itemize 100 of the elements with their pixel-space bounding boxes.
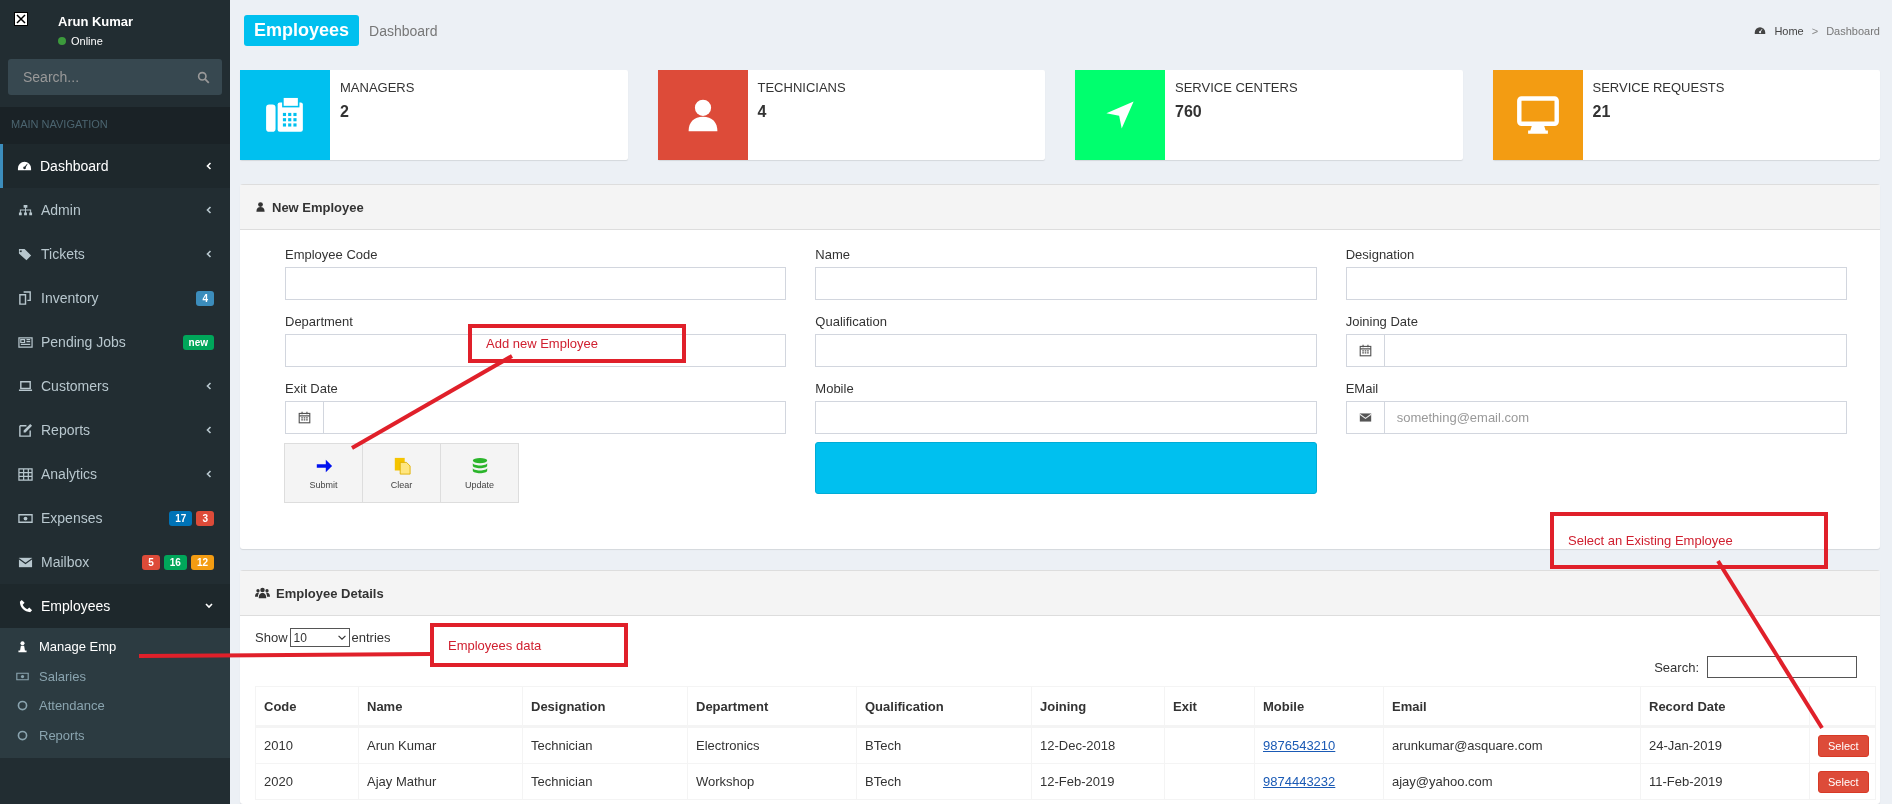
sidebar-search-field[interactable]: Search...: [21, 68, 197, 86]
input-field[interactable]: [285, 334, 787, 367]
nav-item[interactable]: Pending Jobs new: [0, 320, 230, 364]
table-search-field[interactable]: [1707, 656, 1857, 678]
phone-link[interactable]: 9876543210: [1263, 738, 1336, 753]
page-size-select[interactable]: 10: [289, 628, 350, 647]
column-header[interactable]: Joining: [1031, 686, 1165, 727]
submenu-item[interactable]: Manage Emp: [0, 632, 230, 662]
field-label: Designation: [1345, 247, 1416, 262]
submenu-item[interactable]: Salaries: [0, 661, 230, 691]
circle-icon: [16, 699, 29, 713]
toolbar-button[interactable]: Clear: [362, 443, 441, 503]
column-header[interactable]: Code: [255, 686, 359, 727]
nav-item[interactable]: Admin: [0, 188, 230, 232]
field-label: Employee Code: [285, 247, 379, 262]
count-badge: 5: [142, 554, 160, 570]
phone-icon: [18, 598, 33, 614]
column-header[interactable]: Designation: [522, 686, 688, 727]
annotation-callout: Employees data: [430, 623, 628, 667]
field-label: Name: [815, 247, 851, 262]
stat-label: TECHNICIANS: [757, 80, 846, 95]
table-cell: arunkumar@asquare.com: [1383, 726, 1641, 764]
nav-item[interactable]: Expenses 17 3: [0, 496, 230, 540]
table-cell: BTech: [856, 763, 1032, 800]
laptop-icon: [18, 378, 33, 394]
submenu-item[interactable]: Reports: [0, 720, 230, 750]
column-header[interactable]: Email: [1383, 686, 1641, 727]
stat-label: SERVICE CENTERS: [1175, 80, 1298, 95]
count-badge: 12: [190, 554, 214, 570]
column-header[interactable]: Mobile: [1254, 686, 1384, 727]
stat-label: MANAGERS: [340, 80, 415, 95]
chevron-left-icon: [204, 425, 214, 435]
column-header[interactable]: Exit: [1164, 686, 1255, 727]
search-icon[interactable]: [197, 70, 210, 84]
panel-title: New Employee: [272, 199, 364, 215]
column-header[interactable]: Qualification: [856, 686, 1032, 727]
select-button[interactable]: Select: [1818, 770, 1869, 793]
chevron-left-icon: [204, 205, 214, 215]
entries-label: entries: [351, 630, 391, 645]
nav-item[interactable]: Tickets: [0, 232, 230, 276]
tags-icon: [18, 246, 33, 262]
select-button[interactable]: Select: [1818, 734, 1869, 757]
dashboard-icon: [1754, 24, 1767, 37]
toolbar-button[interactable]: Submit: [284, 443, 363, 503]
column-header[interactable]: Department: [687, 686, 857, 727]
table-cell: 12-Feb-2019: [1031, 763, 1165, 800]
field-label: Joining Date: [1345, 314, 1419, 329]
table-cell: Workshop: [687, 763, 857, 800]
submenu-item[interactable]: Attendance: [0, 691, 230, 721]
users-icon: [255, 587, 270, 599]
count-badge: new: [182, 334, 214, 350]
input-field[interactable]: [285, 267, 787, 300]
nav-item[interactable]: Mailbox 5 16 12: [0, 540, 230, 584]
input-field[interactable]: [815, 334, 1317, 367]
input-field[interactable]: [815, 401, 1317, 434]
search-label: Search:: [1654, 659, 1699, 675]
online-status: Online: [58, 35, 134, 47]
chevron-down-icon: [337, 635, 346, 640]
column-header[interactable]: Name: [358, 686, 523, 727]
panel-title: Employee Details: [276, 585, 384, 601]
table-cell: ajay@yahoo.com: [1383, 763, 1641, 800]
copy-icon: [18, 290, 33, 306]
table-cell: Technician: [522, 726, 688, 764]
field-label: Mobile: [815, 381, 855, 396]
column-header[interactable]: Record Date: [1640, 686, 1810, 727]
stat-value: 760: [1175, 103, 1203, 121]
show-label: Show: [255, 630, 288, 645]
nav-item[interactable]: Reports: [0, 408, 230, 452]
monitor-icon: [1515, 93, 1560, 137]
calendar-icon: [298, 411, 311, 424]
breadcrumb-link[interactable]: Dashboard: [1826, 24, 1880, 37]
input-field[interactable]: [1345, 267, 1847, 300]
phone-link[interactable]: 9874443232: [1263, 774, 1336, 789]
envelope-icon: [1358, 411, 1372, 424]
database-icon: [470, 456, 489, 475]
newspaper-icon: [18, 334, 33, 350]
circle-icon: [16, 728, 29, 742]
nav-item[interactable]: Dashboard: [0, 144, 230, 188]
count-badge: 3: [196, 510, 214, 526]
nav-item[interactable]: Inventory 4: [0, 276, 230, 320]
field-label: Qualification: [815, 314, 888, 329]
table-cell: 2010: [255, 726, 359, 764]
wide-button[interactable]: [815, 442, 1317, 494]
breadcrumb-link[interactable]: Home: [1774, 24, 1804, 37]
input-field[interactable]: [815, 267, 1317, 300]
stat-value: 4: [757, 103, 768, 121]
nav-item[interactable]: Analytics: [0, 452, 230, 496]
annotation-callout: Add new Employee: [468, 324, 686, 363]
table-cell: 12-Dec-2018: [1031, 726, 1165, 764]
sidebar-search-box[interactable]: Search...: [8, 59, 222, 95]
count-badge: 17: [169, 510, 193, 526]
breadcrumb-separator: >: [1811, 24, 1819, 37]
toolbar-button[interactable]: Update: [440, 443, 519, 503]
count-badge: 4: [196, 290, 214, 306]
chevron-down-icon: [204, 601, 214, 611]
nav-item[interactable]: Employees: [0, 584, 230, 628]
user-icon: [255, 201, 266, 213]
sitemap-icon: [18, 202, 33, 218]
user-name: Arun Kumar: [58, 14, 134, 29]
nav-item[interactable]: Customers: [0, 364, 230, 408]
